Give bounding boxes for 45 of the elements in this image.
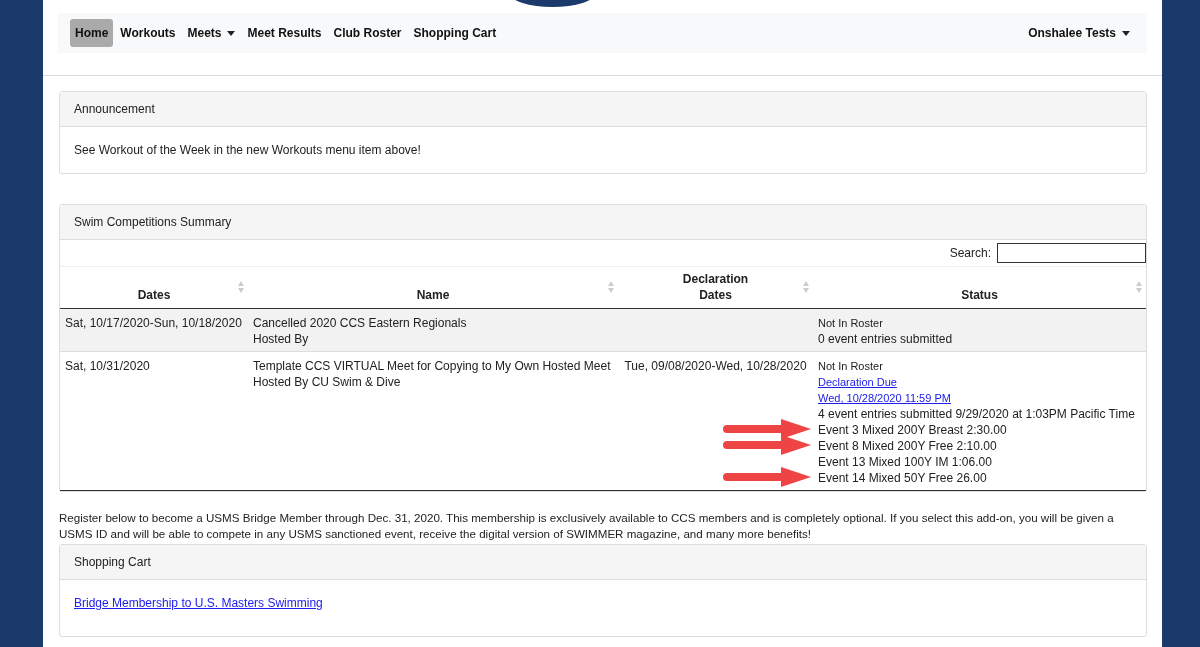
- status-text: Event 8 Mixed 200Y Free 2:10.00: [818, 439, 997, 453]
- caret-icon: [227, 30, 236, 36]
- column-header[interactable]: Declaration Dates: [618, 267, 813, 309]
- table-cell: Sat, 10/17/2020-Sun, 10/18/2020: [60, 308, 248, 352]
- status-text: 4 event entries submitted 9/29/2020 at 1:03PM Pacific Time: [818, 407, 1135, 421]
- nav-item[interactable]: Meets: [182, 19, 241, 47]
- user-menu[interactable]: Onshalee Tests: [1023, 19, 1135, 47]
- search-label: Search:: [949, 246, 991, 260]
- status-text: Event 3 Mixed 200Y Breast 2:30.00: [818, 423, 1007, 437]
- announcement-text: See Workout of the Week in the new Workouts menu item above!: [74, 143, 422, 157]
- sort-icon: [608, 281, 614, 293]
- meet-name-text: Cancelled 2020 CCS Eastern Regionals: [253, 315, 468, 331]
- arrow-icon: [723, 467, 813, 487]
- nav-item[interactable]: Home: [70, 19, 114, 47]
- register-text: Register below to become a USMS Bridge Member through Dec. 31, 2020. This membership is exclusively available to CCS members and is completely optional. If you select this add-on, you will be given a USMS ID and will be able to compete in any USMS sanctioned event, receive the digital version of SWIMMER magazine, and many more benefits!: [59, 510, 1115, 542]
- arrow-icon: [723, 419, 813, 439]
- sort-icon: [1136, 281, 1142, 293]
- status-text: 0 event entries submitted: [818, 332, 953, 346]
- nav-item[interactable]: Shopping Cart: [408, 19, 502, 47]
- table-cell: Sat, 10/31/2020: [60, 351, 248, 491]
- meet-name-text: Hosted By CU Swim & Dive: [253, 374, 402, 390]
- status-text: Event 14 Mixed 50Y Free 26.00: [818, 471, 987, 485]
- card-title: Swim Competitions Summary: [74, 215, 232, 229]
- column-header[interactable]: Status: [813, 267, 1146, 309]
- card-title: Announcement: [74, 102, 155, 116]
- status-text: Event 13 Mixed 100Y IM 1:06.00: [818, 455, 992, 469]
- meet-name-text: Hosted By: [253, 331, 310, 347]
- column-header[interactable]: Name: [248, 267, 618, 309]
- card-title: Shopping Cart: [74, 555, 151, 569]
- status-note: Not In Roster: [818, 317, 883, 329]
- nav-item[interactable]: Club Roster: [328, 19, 407, 47]
- declaration-link[interactable]: Declaration Due: [818, 376, 897, 388]
- membership-link[interactable]: Bridge Membership to U.S. Masters Swimming: [74, 596, 323, 610]
- status-note: Not In Roster: [818, 360, 883, 372]
- table-cell: Tue, 09/08/2020-Wed, 10/28/2020: [624, 359, 807, 373]
- search-field[interactable]: [997, 243, 1146, 263]
- sort-icon: [803, 281, 809, 293]
- nav-item[interactable]: Meet Results: [242, 19, 327, 47]
- arrow-icon: [723, 435, 813, 455]
- nav-item[interactable]: Workouts: [115, 19, 181, 47]
- caret-icon: [1122, 30, 1130, 36]
- sort-icon: [238, 281, 244, 293]
- declaration-link[interactable]: Wed, 10/28/2020 11:59 PM: [818, 392, 951, 404]
- column-header[interactable]: Dates: [60, 267, 248, 309]
- meet-name-text: Template CCS VIRTUAL Meet for Copying to My Own Hosted Meet: [253, 358, 612, 374]
